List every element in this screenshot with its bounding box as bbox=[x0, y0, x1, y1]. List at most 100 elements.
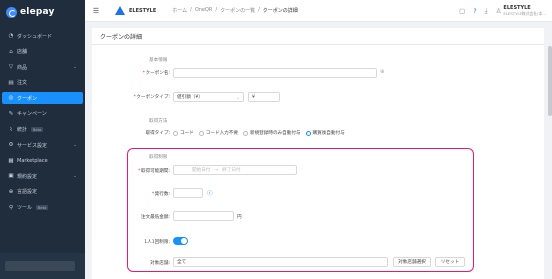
beta-badge: Beta bbox=[31, 127, 44, 133]
help-icon[interactable]: ? bbox=[473, 7, 476, 15]
coupon-name-info-icon[interactable]: ⊕ bbox=[380, 69, 385, 75]
sidebar-item-coupon[interactable]: ◎ クーポン bbox=[2, 92, 83, 105]
one-per-person-label: 1人1回制限: bbox=[144, 240, 170, 245]
period-arrow: → bbox=[214, 167, 219, 173]
breadcrumb-oneqr[interactable]: OneQR bbox=[195, 7, 213, 14]
sidebar-item-label: 注文 bbox=[17, 80, 28, 87]
coupon-type-label: *クーポンタイプ: bbox=[133, 95, 170, 100]
sidebar-item-marketplace[interactable]: ▦ Marketplace bbox=[2, 155, 83, 167]
sidebar-item-order[interactable]: ▤ 注文 bbox=[2, 77, 83, 89]
brand-name: elepay bbox=[20, 7, 55, 17]
sidebar-item-label: 規約設定 bbox=[17, 173, 38, 180]
download-icon[interactable]: ⤓ bbox=[485, 7, 488, 16]
period-start[interactable]: 開始日付 bbox=[192, 167, 210, 173]
sidebar-item-store[interactable]: ⌂ 店舗 bbox=[2, 46, 83, 58]
sidebar-footer-blurred-content bbox=[5, 261, 75, 271]
sidebar-item-label: 店舗 bbox=[17, 49, 28, 56]
chevron-down-icon: ⌄ bbox=[73, 64, 77, 70]
acquisition-type-radio-group: コード コード入力不要 新規登録時のみ自動付与 購買後自動付与 bbox=[173, 130, 345, 136]
sidebar-item-dashboard[interactable]: ◔ ダッシュボード bbox=[2, 30, 83, 42]
radio-button[interactable] bbox=[242, 130, 248, 136]
sidebar-item-label: 統計 bbox=[17, 127, 28, 134]
acquisition-option-1[interactable]: コード入力不要 bbox=[198, 130, 238, 136]
sidebar-nav: ◔ ダッシュボード ⌂ 店舗 ▽ 商品 ⌄ ▤ 注文 ◎ クーポン ✎ キャンペーン ⌇ 統計 Beta ⚙ サー… bbox=[0, 30, 85, 217]
coupon-icon: ◎ bbox=[8, 95, 14, 102]
breadcrumb-separator: / bbox=[190, 7, 192, 13]
radio-label: コード bbox=[180, 131, 194, 136]
min-amount-input[interactable] bbox=[173, 211, 234, 221]
sidebar-item-campaign[interactable]: ✎ キャンペーン bbox=[2, 108, 83, 120]
sidebar-item-language[interactable]: ⊕ 言語設定 bbox=[2, 186, 83, 198]
service-settings-icon: ⚙ bbox=[8, 142, 14, 149]
amount-input[interactable]: ¥ bbox=[248, 92, 280, 102]
sidebar-item-product[interactable]: ▽ 商品 ⌄ bbox=[2, 61, 83, 73]
breadcrumb-separator: / bbox=[258, 7, 260, 13]
radio-button[interactable] bbox=[173, 130, 178, 136]
topbar-actions: ▢ ? ⤓ ♙ ELESTYLE ELESTYLE株式会社(本... bbox=[459, 0, 546, 22]
coupon-type-value: 値引額（¥） bbox=[177, 95, 203, 100]
period-range-picker[interactable]: 開始日付 → 終了日付 bbox=[173, 165, 297, 175]
elepay-logo-icon bbox=[6, 6, 17, 18]
target-store-field[interactable]: 全て bbox=[173, 257, 388, 267]
acquisition-option-0[interactable]: コード bbox=[173, 130, 194, 136]
sidebar-item-tool[interactable]: ⚲ ツール Beta bbox=[2, 202, 83, 214]
min-amount-label: 注文最低金額: bbox=[140, 215, 170, 220]
acquisition-option-2[interactable]: 新規登録時のみ自動付与 bbox=[242, 130, 301, 136]
title-divider bbox=[92, 44, 544, 45]
store-name: ELESTYLE bbox=[129, 7, 157, 14]
radio-label: コード入力不要 bbox=[205, 131, 238, 136]
sidebar-item-label: ツール bbox=[17, 205, 33, 212]
sidebar-item-label: Marketplace bbox=[17, 157, 48, 164]
period-label: *取得可能期間: bbox=[138, 169, 170, 174]
page-scrollbar[interactable] bbox=[547, 22, 552, 279]
logo[interactable]: elepay bbox=[6, 6, 55, 18]
radio-button[interactable] bbox=[198, 130, 204, 136]
sidebar: elepay ◔ ダッシュボード ⌂ 店舗 ▽ 商品 ⌄ ▤ 注文 ◎ クーポン ✎ キャンペーン ⌇ 統計… bbox=[0, 0, 85, 279]
issue-count-input[interactable] bbox=[173, 188, 203, 198]
language-icon: ⊕ bbox=[8, 188, 14, 195]
coupon-type-select[interactable]: 値引額（¥） ⌄ bbox=[173, 92, 244, 102]
marketplace-icon: ▦ bbox=[8, 157, 14, 164]
coupon-name-input[interactable] bbox=[173, 68, 377, 78]
breadcrumb-current: クーポンの詳細 bbox=[262, 8, 298, 14]
sidebar-item-label: 商品 bbox=[17, 64, 28, 71]
issue-count-info-icon[interactable]: ⓘ bbox=[207, 189, 213, 197]
sidebar-item-service-settings[interactable]: ⚙ サービス設定 ⌄ bbox=[2, 139, 83, 151]
coupon-name-label: *クーポン名: bbox=[142, 71, 170, 76]
acquisition-type-label: 取得タイプ: bbox=[145, 131, 170, 136]
user-organization: ELESTYLE株式会社(本... bbox=[503, 11, 546, 16]
user-icon: ♙ bbox=[495, 7, 502, 15]
product-icon: ▽ bbox=[8, 64, 14, 71]
one-per-person-toggle[interactable] bbox=[173, 237, 188, 245]
chevron-down-icon: ⌄ bbox=[73, 142, 77, 148]
min-amount-unit: 円 bbox=[237, 215, 242, 220]
reset-button[interactable]: リセット bbox=[435, 257, 465, 267]
order-icon: ▤ bbox=[8, 79, 14, 86]
topbar: ☰ ELESTYLE ホーム / OneQR / クーポンの一覧 / クーポンの… bbox=[85, 0, 552, 22]
notification-icon[interactable]: ▢ bbox=[459, 7, 465, 15]
currency-prefix: ¥ bbox=[252, 94, 255, 100]
breadcrumb: ホーム / OneQR / クーポンの一覧 / クーポンの詳細 bbox=[172, 7, 298, 14]
stats-icon: ⌇ bbox=[9, 126, 13, 133]
store-icon: ⌂ bbox=[9, 48, 13, 55]
breadcrumb-coupon-list[interactable]: クーポンの一覧 bbox=[220, 7, 255, 14]
sidebar-item-terms[interactable]: ▣ 規約設定 ⌄ bbox=[2, 170, 83, 182]
section-acquisition: 取得方法 bbox=[149, 119, 168, 124]
radio-button[interactable] bbox=[305, 130, 311, 136]
radio-label: 新規登録時のみ自動付与 bbox=[249, 131, 301, 136]
radio-label: 購買後自動付与 bbox=[312, 131, 345, 136]
period-end[interactable]: 終了日付 bbox=[222, 167, 240, 173]
scrollbar-thumb[interactable] bbox=[547, 46, 552, 116]
select-store-button[interactable]: 対象店舗選択 bbox=[393, 257, 431, 267]
sidebar-item-stats[interactable]: ⌇ 統計 Beta bbox=[2, 124, 83, 136]
breadcrumb-home[interactable]: ホーム bbox=[172, 7, 187, 14]
sidebar-footer bbox=[0, 253, 85, 279]
beta-badge: Beta bbox=[36, 205, 49, 211]
store-logo-icon bbox=[115, 6, 125, 15]
page-title: クーポンの詳細 bbox=[100, 34, 143, 41]
menu-toggle-icon[interactable]: ☰ bbox=[85, 7, 107, 15]
sidebar-item-label: クーポン bbox=[17, 95, 38, 102]
acquisition-option-3[interactable]: 購買後自動付与 bbox=[305, 130, 345, 136]
user-menu[interactable]: ♙ ELESTYLE ELESTYLE株式会社(本... bbox=[496, 5, 546, 17]
sidebar-item-label: 言語設定 bbox=[17, 189, 38, 196]
